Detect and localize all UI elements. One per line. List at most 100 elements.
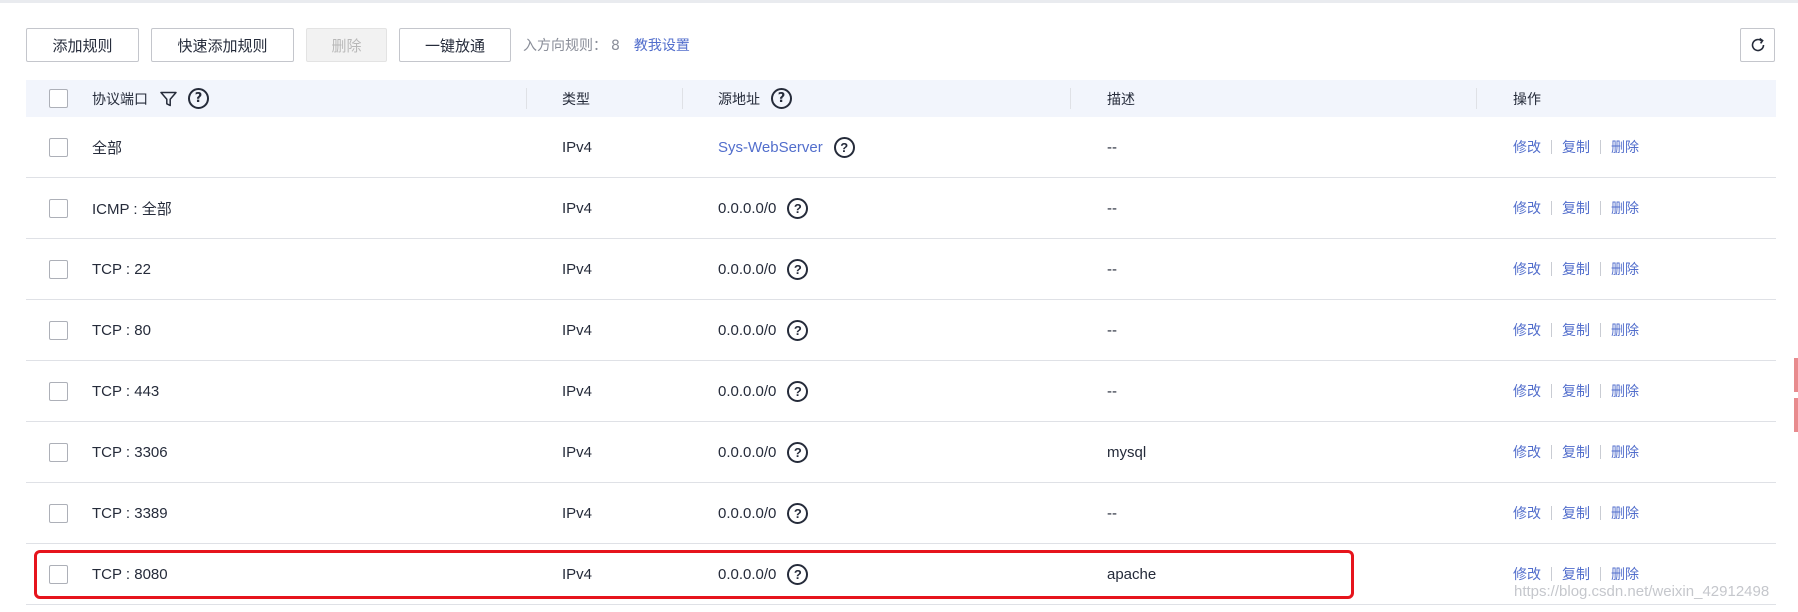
row-checkbox-cell [49,239,68,299]
help-icon[interactable]: ? [787,319,809,341]
source-cell: 0.0.0.0/0? [718,361,809,421]
ops-cell: 修改 复制 删除 [1513,117,1639,177]
desc-cell: -- [1107,321,1117,339]
help-icon[interactable]: ? [787,563,809,585]
source-group-link[interactable]: Sys-WebServer [718,139,823,156]
help-icon[interactable]: ? [787,258,809,280]
edit-link[interactable]: 修改 [1513,198,1541,218]
table-row: TCP : 3306 IPv4 0.0.0.0/0? mysql 修改 复制 删除 [26,422,1776,483]
ops-divider [1551,506,1552,520]
ops-divider [1551,262,1552,276]
desc-cell: apache [1107,565,1157,583]
ops-cell: 修改 复制 删除 [1513,361,1639,421]
delete-link[interactable]: 删除 [1611,503,1639,523]
row-checkbox[interactable] [49,137,68,157]
refresh-button[interactable] [1740,28,1775,62]
top-divider [0,0,1798,3]
edit-link[interactable]: 修改 [1513,564,1541,584]
delete-link[interactable]: 删除 [1611,564,1639,584]
source-value: 0.0.0.0/0 [718,321,777,339]
row-checkbox[interactable] [49,564,68,584]
row-checkbox[interactable] [49,503,68,523]
source-cell: Sys-WebServer? [718,117,855,177]
select-all-checkbox[interactable] [49,89,68,108]
copy-link[interactable]: 复制 [1562,320,1590,340]
quick-add-rule-button[interactable]: 快速添加规则 [151,28,294,62]
port-cell: 全部 [92,139,123,157]
desc-cell: -- [1107,504,1117,522]
edit-link[interactable]: 修改 [1513,137,1541,157]
copy-link[interactable]: 复制 [1562,503,1590,523]
help-icon[interactable]: ? [188,88,209,109]
ops-divider [1600,201,1601,215]
row-checkbox[interactable] [49,259,68,279]
row-checkbox[interactable] [49,442,68,462]
edge-marker [1794,398,1798,432]
row-checkbox[interactable] [49,198,68,218]
delete-link[interactable]: 删除 [1611,198,1639,218]
copy-link[interactable]: 复制 [1562,137,1590,157]
edit-link[interactable]: 修改 [1513,503,1541,523]
help-icon[interactable]: ? [771,88,792,109]
row-checkbox-cell [49,422,68,482]
copy-link[interactable]: 复制 [1562,564,1590,584]
table-row: 全部 IPv4 Sys-WebServer? -- 修改 复制 删除 [26,117,1776,178]
source-cell: 0.0.0.0/0? [718,422,809,482]
one-click-open-button[interactable]: 一键放通 [399,28,511,62]
filter-icon[interactable] [160,91,177,107]
delete-link[interactable]: 删除 [1611,320,1639,340]
ops-divider [1551,140,1552,154]
row-checkbox-cell [49,361,68,421]
header-source-label: 源地址 [718,91,760,108]
inbound-rule-count: 入方向规则： 8 [523,35,620,55]
source-value: 0.0.0.0/0 [718,199,777,217]
row-checkbox[interactable] [49,381,68,401]
teach-me-link[interactable]: 教我设置 [634,35,690,55]
ops-divider [1600,506,1601,520]
help-icon[interactable]: ? [787,502,809,524]
delete-link[interactable]: 删除 [1611,442,1639,462]
column-divider [1070,88,1071,109]
help-icon[interactable]: ? [787,380,809,402]
ops-divider [1551,445,1552,459]
ops-cell: 修改 复制 删除 [1513,300,1639,360]
source-value: 0.0.0.0/0 [718,382,777,400]
desc-cell: -- [1107,260,1117,278]
copy-link[interactable]: 复制 [1562,259,1590,279]
row-checkbox[interactable] [49,320,68,340]
desc-cell: mysql [1107,443,1147,461]
help-icon[interactable]: ? [787,441,809,463]
header-ops: 操作 [1513,91,1541,108]
edit-link[interactable]: 修改 [1513,442,1541,462]
type-cell: IPv4 [562,565,593,583]
desc-cell: -- [1107,138,1117,156]
copy-link[interactable]: 复制 [1562,442,1590,462]
delete-link[interactable]: 删除 [1611,381,1639,401]
table-row: TCP : 3389 IPv4 0.0.0.0/0? -- 修改 复制 删除 [26,483,1776,544]
watermark: https://blog.csdn.net/weixin_42912498 [1514,583,1770,600]
row-checkbox-cell [49,178,68,238]
port-cell: TCP : 443 [92,382,160,400]
edge-marker [1794,358,1798,392]
copy-link[interactable]: 复制 [1562,381,1590,401]
edit-link[interactable]: 修改 [1513,381,1541,401]
delete-link[interactable]: 删除 [1611,259,1639,279]
row-checkbox-cell [49,117,68,177]
desc-cell: -- [1107,382,1117,400]
help-icon[interactable]: ? [787,197,809,219]
edit-link[interactable]: 修改 [1513,259,1541,279]
help-icon[interactable]: ? [833,136,855,158]
port-cell: ICMP : 全部 [92,200,172,218]
edit-link[interactable]: 修改 [1513,320,1541,340]
add-rule-button[interactable]: 添加规则 [26,28,139,62]
source-cell: 0.0.0.0/0? [718,544,809,604]
delete-link[interactable]: 删除 [1611,137,1639,157]
type-cell: IPv4 [562,504,593,522]
ops-cell: 修改 复制 删除 [1513,178,1639,238]
security-rules-table: 协议端口 ? 类型 源地址 ? 描述 操作 全部 IPv4 Sys-WebServe… [26,80,1776,605]
inbound-rule-number: 8 [611,38,620,54]
port-cell: TCP : 3306 [92,443,168,461]
inbound-rule-label: 入方向规则： [523,38,607,54]
ops-divider [1551,384,1552,398]
copy-link[interactable]: 复制 [1562,198,1590,218]
